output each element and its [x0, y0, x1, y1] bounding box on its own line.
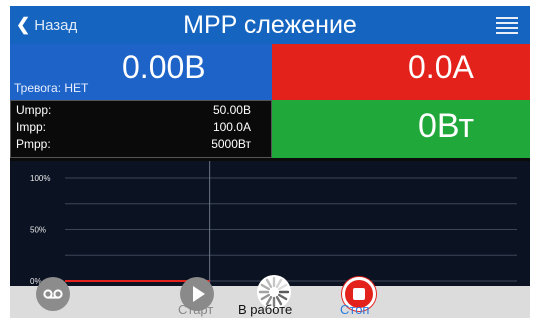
param-name: Impp:	[16, 120, 47, 134]
current-tile[interactable]: 0.0А	[272, 44, 530, 100]
voltage-value: 0.00В	[122, 49, 206, 85]
current-value: 0.0А	[408, 49, 474, 85]
alarm-status: Тревога: НЕТ	[14, 81, 89, 95]
chart-svg: 100%50%0%	[30, 161, 517, 286]
mpp-chart: 100% 50% 0%	[10, 161, 530, 286]
voicemail-icon[interactable]	[36, 277, 70, 311]
param-row-impp: Impp: 100.0А	[16, 120, 251, 135]
bottom-control-bar: Старт В работе Стоп	[10, 275, 530, 318]
power-value: 0Вт	[418, 107, 475, 145]
param-row-umpp: Umpp: 50.00В	[16, 103, 251, 118]
header-bar: ❮ Назад MPP слежение	[10, 6, 530, 44]
page-title: MPP слежение	[183, 11, 357, 39]
start-label: Старт	[178, 302, 214, 317]
mpp-params-tile[interactable]: Umpp: 50.00В Impp: 100.0А Pmpp: 5000Вт	[10, 100, 272, 158]
mpp-tracking-screen: ❮ Назад MPP слежение 0.00В Тревога: НЕТ …	[10, 6, 530, 318]
param-name: Pmpp:	[16, 137, 51, 151]
stop-label[interactable]: Стоп	[340, 302, 369, 317]
param-value: 50.00В	[212, 103, 251, 117]
play-icon	[193, 286, 205, 302]
running-label: В работе	[238, 302, 293, 317]
stop-icon	[353, 288, 365, 300]
param-name: Umpp:	[16, 103, 52, 117]
power-tile[interactable]: 0Вт	[272, 100, 530, 158]
hamburger-menu-icon[interactable]	[496, 17, 518, 34]
voltage-tile[interactable]: 0.00В Тревога: НЕТ	[10, 44, 272, 100]
y-tick-label: 100%	[30, 174, 50, 183]
param-row-pmpp: Pmpp: 5000Вт	[16, 137, 251, 152]
param-value: 5000Вт	[211, 137, 251, 151]
param-value: 100.0А	[212, 120, 251, 134]
y-tick-label: 50%	[30, 226, 46, 235]
